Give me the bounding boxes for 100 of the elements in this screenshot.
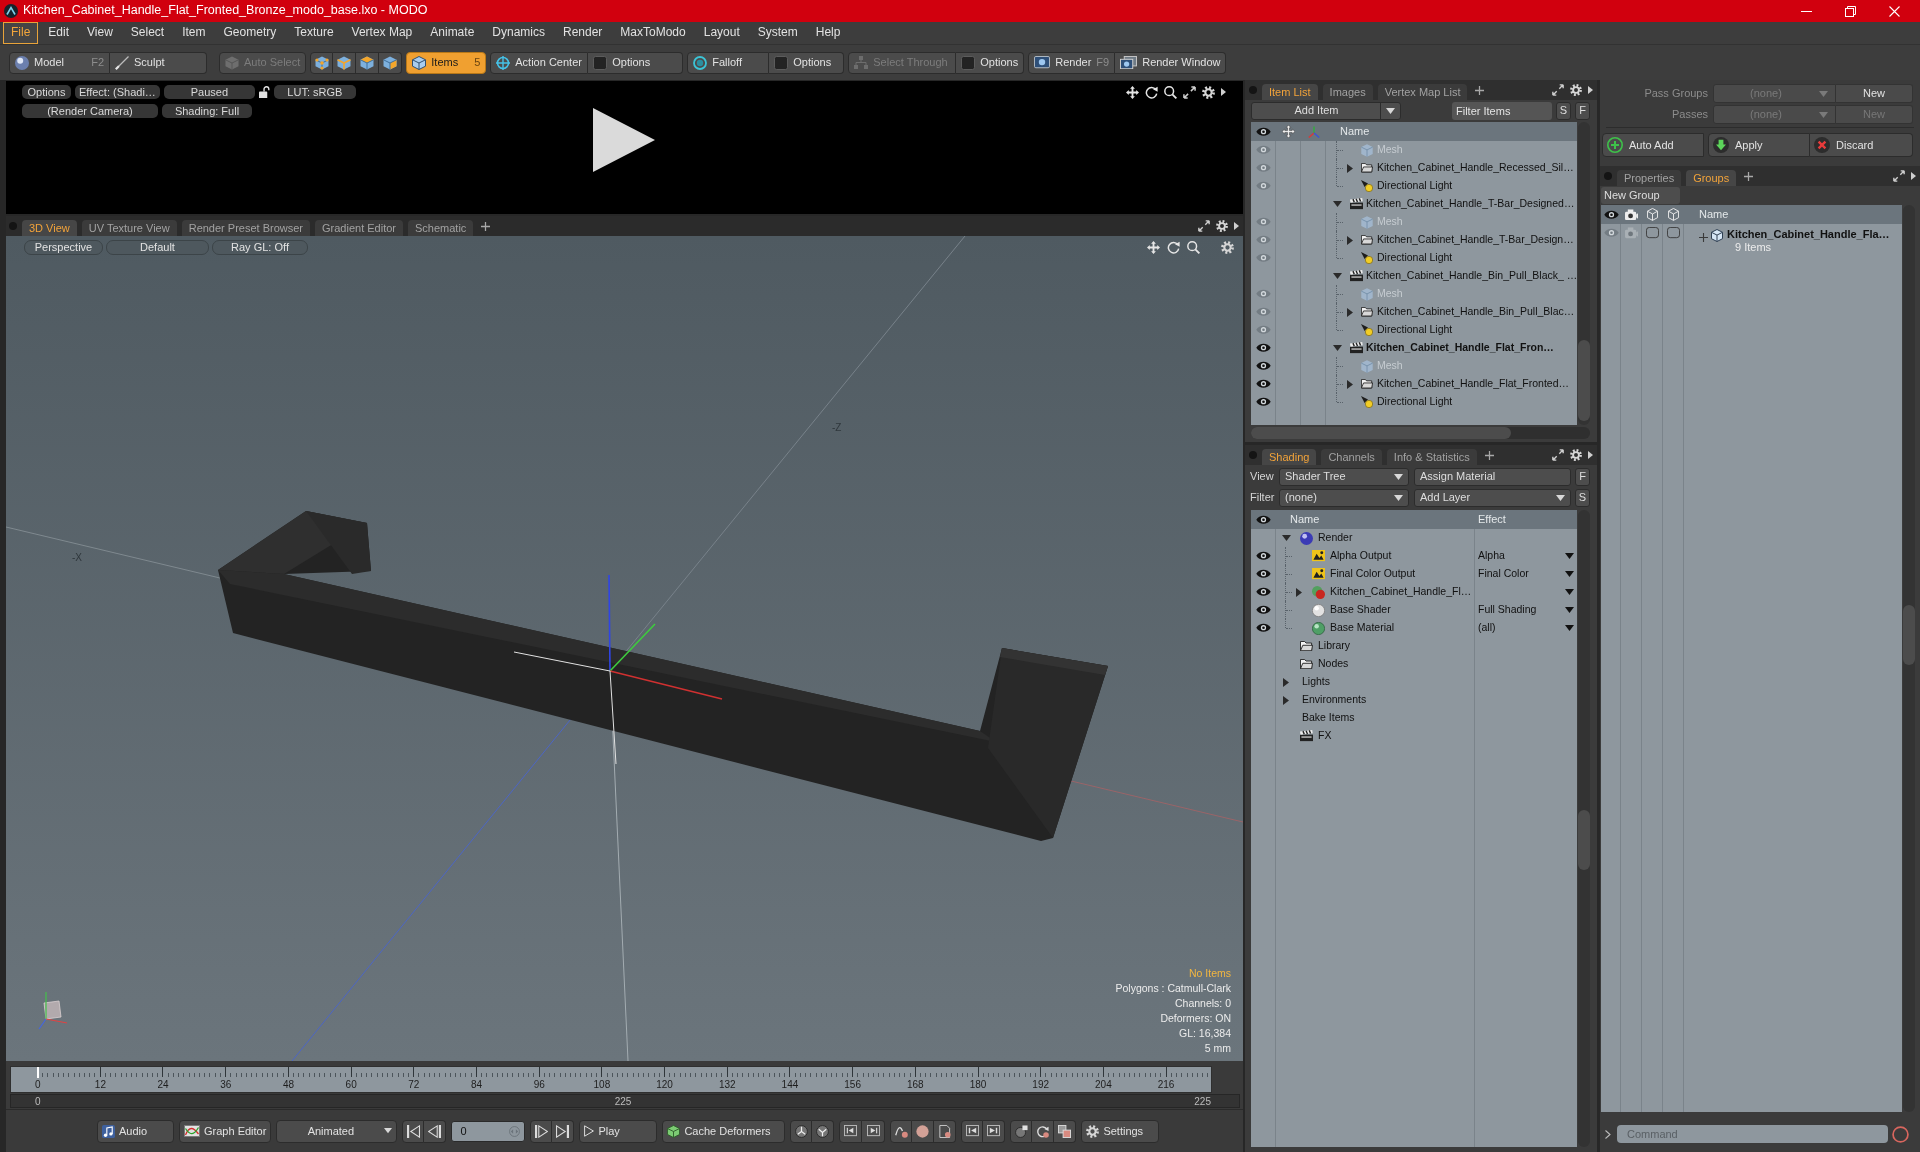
arrow-icon[interactable] — [1588, 451, 1593, 459]
timeline-ruler[interactable]: 0 12 24 36 48 60 72 84 96 108 120 132 144 156 168 180 192 204 216 — [10, 1066, 1212, 1093]
key-tool-button[interactable] — [934, 1119, 957, 1143]
layer-name[interactable]: Nodes — [1318, 658, 1349, 670]
item-name[interactable]: Directional Light — [1377, 252, 1453, 264]
menu-item[interactable]: Dynamics — [484, 22, 553, 44]
maximize-icon[interactable] — [1552, 449, 1564, 461]
add-tab-icon[interactable] — [481, 221, 491, 231]
toggle-box-icon[interactable] — [1646, 227, 1659, 239]
key-step-button[interactable] — [862, 1119, 886, 1143]
expand-arrow-icon[interactable] — [1332, 273, 1342, 279]
tab[interactable]: Shading — [1262, 449, 1317, 465]
menu-item[interactable]: Help — [807, 22, 849, 44]
ray-gl-toggle[interactable]: Ray GL: Off — [212, 239, 308, 255]
horizontal-scrollbar[interactable] — [1251, 427, 1590, 439]
cabinet-handle-drawing[interactable] — [218, 511, 1108, 841]
dial-button[interactable] — [790, 1119, 813, 1143]
layer-name[interactable]: Lights — [1302, 676, 1331, 688]
item-name[interactable]: Kitchen_Cabinet_Handle_Flat_Fronted… — [1377, 378, 1570, 390]
expand-arrow-icon[interactable] — [1347, 163, 1353, 173]
menu-item[interactable]: Texture — [286, 22, 342, 44]
new-button[interactable]: New — [1836, 84, 1913, 103]
tab[interactable]: 3D View — [22, 220, 77, 236]
tab[interactable]: UV Texture View — [81, 220, 177, 236]
item-name[interactable]: Kitchen_Cabinet_Handle_Bin_Pull_Blac… — [1377, 306, 1575, 318]
vertical-scrollbar[interactable] — [1903, 205, 1915, 1112]
cube-outline-icon[interactable] — [1647, 208, 1658, 221]
move-icon[interactable] — [1282, 125, 1295, 138]
toggle-button[interactable]: S — [1575, 488, 1590, 507]
audio-button[interactable]: Audio — [97, 1119, 174, 1143]
item-name[interactable]: Kitchen_Cabinet_Handle_Bin_Pull_Black_ … — [1366, 270, 1577, 282]
layer-name[interactable]: Environments — [1302, 694, 1367, 706]
visibility-icon[interactable] — [1256, 126, 1271, 137]
tab[interactable]: Images — [1322, 84, 1373, 100]
playhead[interactable] — [37, 1067, 40, 1078]
visibility-icon[interactable] — [1256, 587, 1271, 597]
key-tool-button[interactable] — [1054, 1119, 1077, 1143]
selection-mode-button[interactable] — [333, 51, 357, 74]
layer-name[interactable]: FX — [1318, 730, 1332, 742]
caret-icon[interactable] — [1565, 607, 1574, 613]
scrollbar-thumb[interactable] — [1578, 340, 1590, 421]
arrow-icon[interactable] — [1221, 88, 1226, 96]
visibility-icon[interactable] — [1256, 605, 1271, 615]
graph-editor-button[interactable]: Graph Editor — [179, 1119, 272, 1143]
options-button[interactable]: Options — [22, 85, 71, 99]
menu-item[interactable]: View — [79, 22, 121, 44]
maximize-icon[interactable] — [1198, 220, 1210, 232]
layer-name[interactable]: Render — [1318, 532, 1353, 544]
effect-value[interactable]: Final Color — [1478, 568, 1565, 580]
menu-item[interactable]: Item — [174, 22, 214, 44]
assign-material-button[interactable]: Assign Material — [1414, 467, 1571, 486]
layer-name[interactable]: Base Shader — [1330, 604, 1391, 616]
expand-arrow-icon[interactable] — [1347, 379, 1353, 389]
dial-button[interactable] — [812, 1119, 835, 1143]
visibility-icon[interactable] — [1256, 379, 1271, 389]
item-name[interactable]: Kitchen_Cabinet_Handle_T-Bar_Designed… — [1366, 198, 1575, 210]
vertical-scrollbar[interactable] — [1578, 510, 1590, 1147]
model-button[interactable]: Model F2 — [9, 51, 110, 74]
render-button[interactable]: Render F9 — [1028, 51, 1116, 74]
play-button[interactable]: Play — [579, 1119, 658, 1143]
arrow-icon[interactable] — [1911, 172, 1916, 180]
key-step-button[interactable] — [839, 1119, 863, 1143]
add-tab-icon[interactable] — [1744, 171, 1754, 181]
settings-icon[interactable] — [1202, 85, 1215, 99]
filter-dropdown[interactable]: (none) — [1279, 488, 1409, 507]
render-window-button[interactable]: Render Window — [1115, 51, 1227, 74]
tab[interactable]: Properties — [1617, 170, 1682, 186]
effect-value[interactable]: Alpha — [1478, 550, 1565, 562]
range-bar[interactable]: 0 225 225 — [10, 1094, 1240, 1108]
key-step-button[interactable] — [961, 1119, 984, 1143]
menu-item[interactable]: File — [3, 22, 39, 44]
expand-arrow-icon[interactable] — [1281, 535, 1291, 541]
expand-arrow-icon[interactable] — [1332, 345, 1342, 351]
toggle-button[interactable]: F — [1575, 101, 1590, 120]
scrollbar-thumb[interactable] — [1251, 427, 1511, 439]
expand-arrow-icon[interactable] — [1332, 201, 1342, 207]
selection-mode-button[interactable] — [310, 51, 334, 74]
column-header[interactable]: Name — [1326, 125, 1370, 138]
rotate-icon[interactable] — [1145, 85, 1158, 99]
expand-icon[interactable] — [1699, 233, 1708, 242]
zoom-icon[interactable] — [1164, 85, 1177, 99]
caret-icon[interactable] — [1565, 625, 1574, 631]
column-header[interactable]: Effect — [1475, 513, 1506, 526]
style-dropdown[interactable]: Default — [106, 239, 209, 255]
visibility-icon[interactable] — [1256, 551, 1271, 561]
key-tool-button[interactable] — [1010, 1119, 1033, 1143]
tab[interactable]: Item List — [1262, 84, 1318, 100]
visibility-icon[interactable] — [1256, 343, 1271, 353]
scrollbar-thumb[interactable] — [1903, 605, 1915, 665]
play-icon[interactable] — [593, 108, 655, 172]
expand-arrow-icon[interactable] — [1347, 307, 1353, 317]
menu-item[interactable]: Vertex Map — [343, 22, 421, 44]
view-dropdown[interactable]: Shader Tree — [1279, 467, 1409, 486]
step-back-button[interactable] — [424, 1119, 447, 1143]
tab[interactable]: Schematic — [408, 220, 474, 236]
tab[interactable]: Render Preset Browser — [181, 220, 310, 236]
maximize-icon[interactable] — [1552, 84, 1564, 96]
layer-name[interactable]: Bake Items — [1302, 712, 1355, 724]
effect-dropdown[interactable]: Effect: (Shadi… — [75, 85, 160, 99]
column-header[interactable]: Name — [1684, 208, 1729, 221]
